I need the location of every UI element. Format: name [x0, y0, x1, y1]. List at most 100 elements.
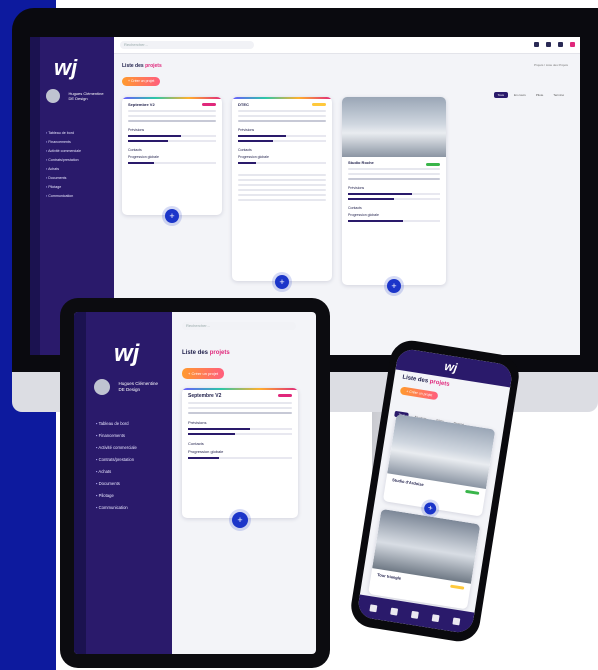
- progress-bar: [348, 220, 440, 222]
- section-progression: Progression globale: [188, 449, 224, 454]
- sidebar-item-dashboard[interactable]: Tableau de bord: [46, 129, 81, 138]
- create-project-button[interactable]: + Créer un projet: [399, 386, 439, 401]
- section-contacts: Contacts: [348, 206, 362, 210]
- forecast-bar: [348, 193, 440, 195]
- filter-tous[interactable]: Tous: [493, 92, 508, 98]
- breadcrumb: Projets / Liste des Projets: [533, 63, 568, 67]
- filter-en-cours[interactable]: En cours: [510, 92, 530, 98]
- sidebar-item-documents[interactable]: Documents: [46, 174, 81, 183]
- title-prefix: Liste des: [122, 63, 144, 69]
- section-contacts: Contacts: [128, 148, 142, 152]
- icon-rail: [74, 312, 86, 654]
- avatar: [94, 378, 110, 395]
- project-card[interactable]: Septembre V2 Prévisions Contacts Progres…: [182, 388, 298, 518]
- sidebar-item-contrats[interactable]: Contrats/prestation: [96, 454, 137, 466]
- brand-logo: wj: [114, 340, 140, 367]
- create-project-button[interactable]: + Créer un projet: [122, 77, 161, 86]
- sidebar-item-pilotage[interactable]: Pilotage: [96, 490, 137, 502]
- sidebar-item-contrats[interactable]: Contrats/prestation: [46, 156, 81, 165]
- title-prefix: Liste des: [401, 374, 429, 385]
- user-profile[interactable]: Hugues Clémentine DE Design: [46, 87, 104, 105]
- progress-bar: [188, 457, 292, 459]
- forecast-bar: [128, 135, 216, 137]
- project-card[interactable]: DTEC Prévisions Contacts Progression glo…: [232, 97, 332, 281]
- project-image: [342, 97, 446, 157]
- sidebar-item-pilotage[interactable]: Pilotage: [46, 183, 81, 192]
- sidebar-item-financements[interactable]: Financements: [96, 430, 137, 442]
- section-previsions: Prévisions: [188, 420, 207, 425]
- section-previsions: Prévisions: [348, 186, 365, 190]
- notification-icon[interactable]: [570, 42, 575, 47]
- tablet-screen: wj Hugues ClémentineDE Design Tableau de…: [74, 312, 316, 654]
- search-input[interactable]: Rechercher...: [120, 41, 254, 49]
- title-highlight: projets: [429, 378, 450, 388]
- create-project-button[interactable]: + Créer un projet: [182, 368, 225, 379]
- add-button[interactable]: +: [232, 512, 248, 528]
- status-badge: [202, 103, 216, 106]
- user-icon[interactable]: [534, 42, 539, 47]
- sidebar-item-dashboard[interactable]: Tableau de bord: [96, 418, 137, 430]
- brand-logo: wj: [54, 55, 78, 80]
- sidebar-item-communication[interactable]: Communication: [46, 192, 81, 201]
- sidebar-item-achats[interactable]: Achats: [46, 165, 81, 174]
- calendar-icon[interactable]: [558, 42, 563, 47]
- user-icon[interactable]: [369, 604, 378, 613]
- sidebar-item-documents[interactable]: Documents: [96, 478, 137, 490]
- add-button[interactable]: +: [275, 275, 289, 289]
- sidebar-menu: Tableau de bord Financements Activité co…: [46, 129, 81, 201]
- status-badge: [426, 163, 440, 166]
- section-contacts: Contacts: [238, 148, 252, 152]
- title-prefix: Liste des: [182, 350, 209, 356]
- sidebar-item-achats[interactable]: Achats: [96, 466, 137, 478]
- mail-icon[interactable]: [390, 607, 399, 616]
- forecast-bar: [238, 140, 326, 142]
- sidebar: wj Hugues ClémentineDE Design Tableau de…: [74, 312, 172, 654]
- project-card[interactable]: Tour triangle: [368, 508, 481, 610]
- title-highlight: projets: [209, 350, 230, 356]
- page-title: Liste des projets: [122, 63, 162, 69]
- mail-icon[interactable]: [546, 42, 551, 47]
- project-card[interactable]: Studio d'Ardoise: [382, 414, 496, 517]
- forecast-bar: [348, 198, 440, 200]
- share-icon[interactable]: [431, 614, 440, 623]
- progress-bar: [238, 162, 326, 164]
- filter-termine[interactable]: Terminé: [549, 92, 568, 98]
- user-role: DE Design: [118, 386, 140, 392]
- section-progression: Progression globale: [238, 155, 269, 159]
- status-badge: [278, 394, 292, 397]
- forecast-bar: [188, 433, 292, 435]
- icon-rail: [30, 37, 40, 355]
- brand-logo: wj: [443, 359, 459, 375]
- document-icon[interactable]: [452, 617, 461, 626]
- page-title: Liste des projets: [182, 350, 230, 356]
- progress-bar: [128, 162, 216, 164]
- section-contacts: Contacts: [188, 441, 204, 446]
- title-highlight: projets: [145, 63, 162, 69]
- section-progression: Progression globale: [128, 155, 159, 159]
- add-button[interactable]: +: [165, 209, 179, 223]
- sidebar-item-commercial[interactable]: Activité commerciale: [46, 147, 81, 156]
- search-icon[interactable]: [410, 610, 419, 619]
- user-profile[interactable]: Hugues Clémentine DE Design: [94, 378, 158, 396]
- sidebar-item-financements[interactable]: Financements: [46, 138, 81, 147]
- section-previsions: Prévisions: [238, 128, 255, 132]
- avatar: [46, 88, 60, 103]
- filter-pilote[interactable]: Pilote: [532, 92, 548, 98]
- user-name: Hugues Clémentine: [118, 380, 158, 386]
- user-role: DE Design: [68, 95, 88, 101]
- sidebar-item-commercial[interactable]: Activité commerciale: [96, 442, 136, 454]
- project-card[interactable]: Septembre V2 Prévisions Contacts Progres…: [122, 97, 222, 215]
- forecast-bar: [188, 428, 292, 430]
- forecast-bar: [238, 135, 326, 137]
- status-badge: [312, 103, 326, 106]
- sidebar-item-communication[interactable]: Communication: [96, 502, 137, 514]
- sidebar-menu: Tableau de bord Financements Activité co…: [96, 418, 137, 514]
- section-previsions: Prévisions: [128, 128, 145, 132]
- search-input[interactable]: Rechercher...: [182, 322, 296, 330]
- add-button[interactable]: +: [387, 279, 401, 293]
- top-bar: Rechercher...: [114, 37, 580, 54]
- status-filters: TousEn coursPiloteTerminé: [492, 83, 568, 101]
- section-progression: Progression globale: [348, 213, 379, 217]
- project-card[interactable]: Studio Roche Prévisions Contacts Progres…: [342, 97, 446, 285]
- forecast-bar: [128, 140, 216, 142]
